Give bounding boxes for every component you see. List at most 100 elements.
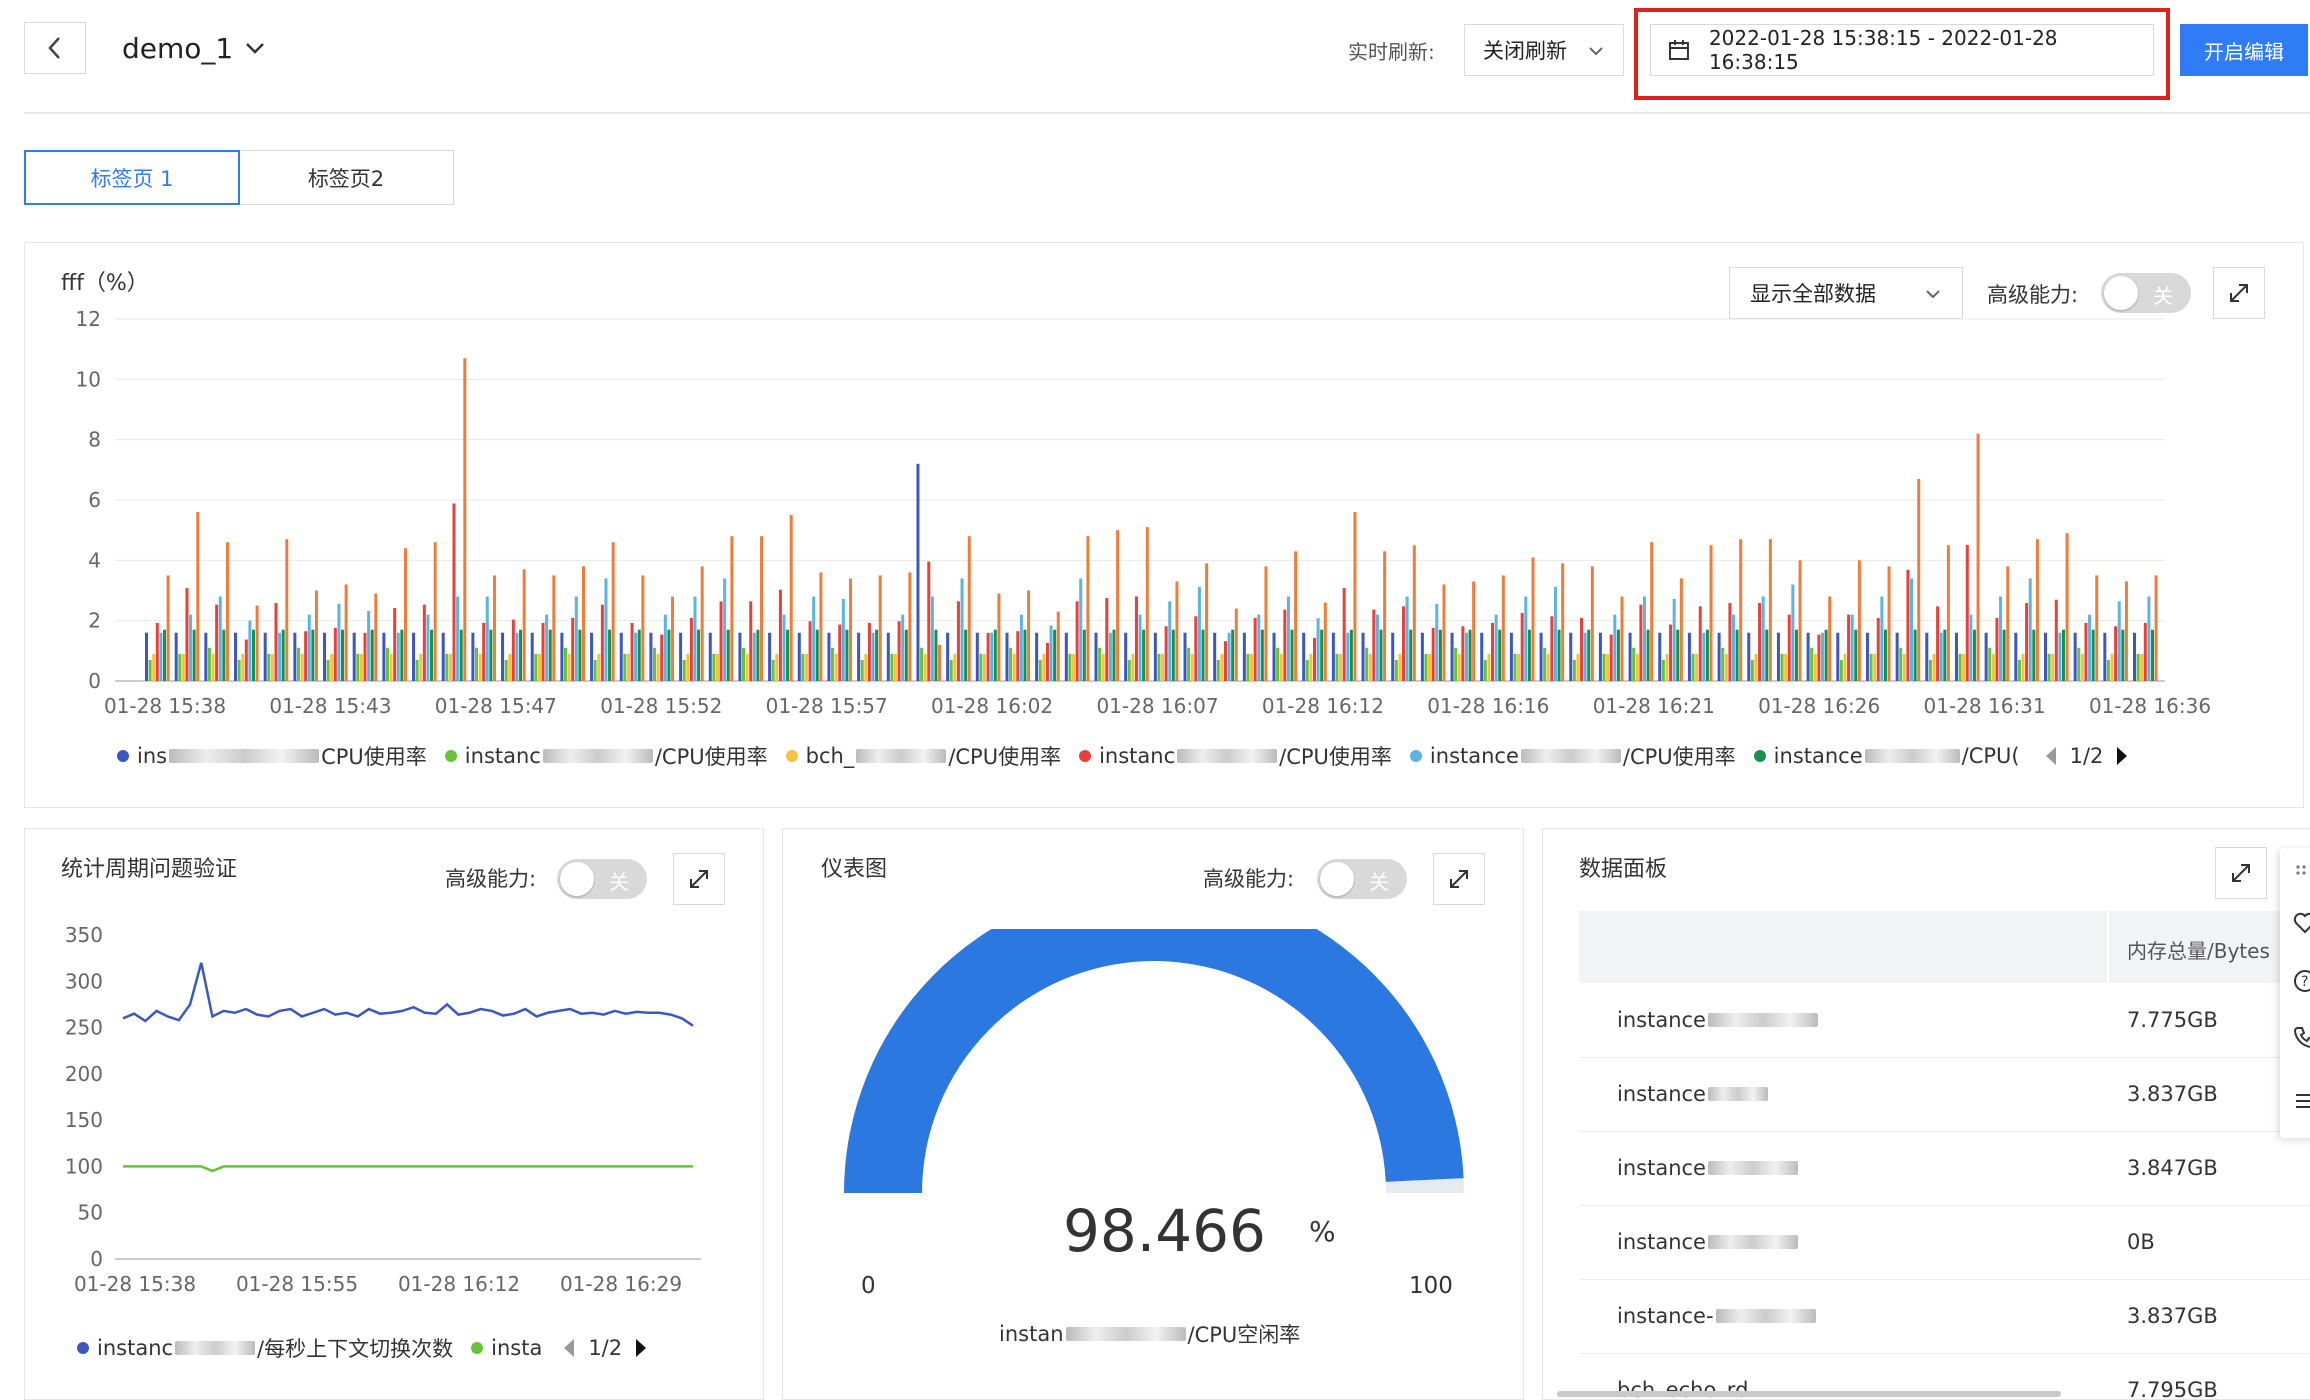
bar <box>1517 653 1521 681</box>
bar <box>1290 629 1294 681</box>
chevron-down-icon <box>246 43 265 54</box>
x-tick-label: 01-28 16:12 <box>398 1272 520 1296</box>
legend-dot <box>1079 750 1092 762</box>
bar <box>1079 578 1083 681</box>
phone-icon[interactable] <box>2292 1024 2310 1050</box>
legend-prev-icon[interactable] <box>560 1336 578 1360</box>
bar <box>1531 557 1535 681</box>
bar <box>1669 624 1673 681</box>
bar <box>263 632 267 681</box>
legend-item[interactable]: ins CPU使用率 <box>117 741 427 771</box>
help-icon[interactable]: ? <box>2292 968 2310 994</box>
bar <box>1019 614 1023 681</box>
row-value: 3.837GB <box>2127 1082 2218 1106</box>
bar <box>1138 614 1142 681</box>
bar <box>2106 659 2110 681</box>
bar <box>571 617 575 681</box>
bar <box>314 590 318 681</box>
expand-button[interactable] <box>1433 853 1485 905</box>
legend-next-icon[interactable] <box>632 1336 650 1360</box>
bar <box>637 629 641 681</box>
time-range-picker[interactable]: 2022-01-28 15:38:15 - 2022-01-28 16:38:1… <box>1650 24 2154 76</box>
bar <box>775 653 779 681</box>
heart-icon[interactable] <box>2292 910 2310 936</box>
legend-item[interactable]: instance/CPU使用率 <box>1409 741 1736 771</box>
bar <box>904 629 908 681</box>
bar <box>1735 629 1739 681</box>
legend-pager: 1/2 <box>588 1336 623 1360</box>
bar <box>1339 653 1343 681</box>
bar <box>1613 614 1617 681</box>
bar <box>367 611 371 681</box>
tab-1[interactable]: 标签页 1 <box>24 150 240 205</box>
bar <box>953 653 957 681</box>
bar <box>1431 627 1435 681</box>
x-tick-label: 01-28 16:12 <box>1262 694 1384 718</box>
bar <box>1887 566 1891 681</box>
bar <box>2095 575 2099 681</box>
row-name: instance <box>1617 1230 1706 1254</box>
legend-item[interactable]: instance/CPU( <box>1753 744 2020 768</box>
back-button[interactable] <box>24 22 86 74</box>
legend-next-icon[interactable] <box>2113 744 2131 768</box>
bar <box>1131 653 1135 681</box>
bar <box>293 632 297 681</box>
legend-item[interactable]: instanc/CPU使用率 <box>444 741 768 771</box>
bar <box>1598 632 1602 681</box>
bar <box>552 575 556 681</box>
x-tick-label: 01-28 15:52 <box>600 694 722 718</box>
bar <box>878 575 882 681</box>
advanced-toggle[interactable]: 关 <box>1317 859 1407 899</box>
bar <box>786 629 790 681</box>
expand-button[interactable] <box>2215 847 2267 899</box>
table-row[interactable]: instance 3.837GB <box>1579 1057 2310 1132</box>
drag-handle-icon[interactable] <box>2294 862 2310 878</box>
bar <box>1134 596 1138 681</box>
gauge-chart <box>844 929 1464 1193</box>
column-header[interactable]: 内存总量/Bytes <box>2127 935 2270 964</box>
bar <box>938 644 942 681</box>
tab-2[interactable]: 标签页2 <box>238 150 454 205</box>
redacted-mark <box>1864 749 1960 763</box>
chevron-down-icon <box>1589 47 1603 56</box>
bar <box>148 659 152 681</box>
legend-item[interactable]: bch_ /CPU使用率 <box>785 741 1061 771</box>
legend-item[interactable]: instanc/CPU使用率 <box>1079 741 1392 771</box>
bar <box>1850 614 1854 681</box>
bar <box>1227 632 1231 681</box>
horizontal-scrollbar[interactable] <box>1557 1391 2061 1397</box>
menu-icon[interactable] <box>2292 1088 2310 1114</box>
bar <box>504 659 508 681</box>
y-tick-label: 350 <box>65 923 103 947</box>
bar <box>1765 629 1769 681</box>
bar <box>1928 659 1932 681</box>
edit-button[interactable]: 开启编辑 <box>2180 24 2308 76</box>
bar <box>2103 632 2107 681</box>
table-row[interactable]: instance 3.847GB <box>1579 1131 2310 1206</box>
bar <box>1368 653 1372 681</box>
bar <box>1665 653 1669 681</box>
bar <box>333 627 337 681</box>
bar <box>152 653 156 681</box>
bar <box>1272 632 1276 681</box>
bar <box>656 653 660 681</box>
table-row[interactable]: instance 7.775GB <box>1579 983 2310 1058</box>
bar <box>845 629 849 681</box>
y-tick-label: 8 <box>88 428 101 452</box>
bar <box>752 632 756 681</box>
refresh-select[interactable]: 关闭刷新 <box>1464 24 1624 76</box>
x-tick-label: 01-28 15:38 <box>74 1272 196 1296</box>
bar <box>608 629 612 681</box>
table-row[interactable]: instance- 3.837GB <box>1579 1279 2310 1354</box>
legend-prev-icon[interactable] <box>2042 744 2060 768</box>
bar <box>986 632 990 681</box>
bar <box>192 629 196 681</box>
dashboard-selector[interactable]: demo_1 <box>122 28 267 68</box>
bar <box>689 617 693 681</box>
bar <box>641 575 645 681</box>
table-row[interactable]: instance 0B <box>1579 1205 2310 1280</box>
bar <box>1954 632 1958 681</box>
legend-item[interactable]: instanc/每秒上下文切换次数 <box>77 1333 453 1363</box>
bar <box>1016 631 1020 681</box>
legend-item[interactable]: insta <box>471 1336 542 1360</box>
